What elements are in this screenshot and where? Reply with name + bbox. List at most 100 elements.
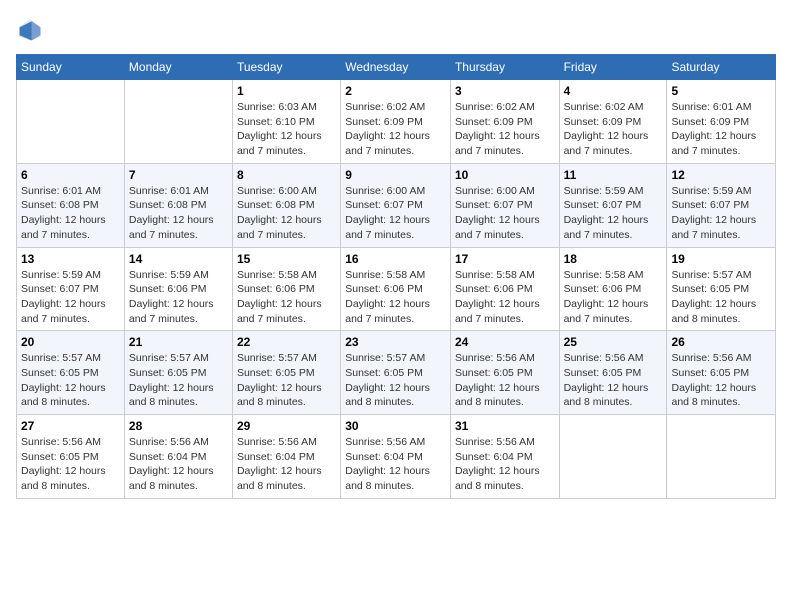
day-info: Sunrise: 5:56 AM Sunset: 6:05 PM Dayligh… bbox=[671, 351, 771, 410]
calendar-table: SundayMondayTuesdayWednesdayThursdayFrid… bbox=[16, 54, 776, 499]
day-info: Sunrise: 5:58 AM Sunset: 6:06 PM Dayligh… bbox=[345, 268, 446, 327]
calendar-cell: 31Sunrise: 5:56 AM Sunset: 6:04 PM Dayli… bbox=[450, 415, 559, 499]
day-number: 22 bbox=[237, 335, 336, 349]
day-info: Sunrise: 5:57 AM Sunset: 6:05 PM Dayligh… bbox=[671, 268, 771, 327]
logo bbox=[16, 16, 48, 44]
day-info: Sunrise: 5:58 AM Sunset: 6:06 PM Dayligh… bbox=[237, 268, 336, 327]
day-number: 12 bbox=[671, 168, 771, 182]
calendar-cell: 26 Sunrise: 5:56 AM Sunset: 6:05 PM Dayli… bbox=[667, 331, 776, 415]
calendar-cell: 29Sunrise: 5:56 AM Sunset: 6:04 PM Dayli… bbox=[232, 415, 340, 499]
day-number: 18 bbox=[564, 252, 663, 266]
weekday-header-saturday: Saturday bbox=[667, 55, 776, 80]
day-info: Sunrise: 5:56 AM Sunset: 6:04 PM Dayligh… bbox=[237, 435, 336, 494]
calendar-cell: 7Sunrise: 6:01 AM Sunset: 6:08 PM Daylig… bbox=[124, 163, 232, 247]
calendar-cell: 20 Sunrise: 5:57 AM Sunset: 6:05 PM Dayli… bbox=[17, 331, 125, 415]
calendar-cell: 19 Sunrise: 5:57 AM Sunset: 6:05 PM Dayli… bbox=[667, 247, 776, 331]
calendar-cell: 12Sunrise: 5:59 AM Sunset: 6:07 PM Dayli… bbox=[667, 163, 776, 247]
calendar-cell: 30 Sunrise: 5:56 AM Sunset: 6:04 PM Dayli… bbox=[341, 415, 451, 499]
day-number: 16 bbox=[345, 252, 446, 266]
day-info: Sunrise: 5:56 AM Sunset: 6:05 PM Dayligh… bbox=[455, 351, 555, 410]
day-info: Sunrise: 6:01 AM Sunset: 6:09 PM Dayligh… bbox=[671, 100, 771, 159]
day-number: 15 bbox=[237, 252, 336, 266]
day-info: Sunrise: 5:59 AM Sunset: 6:07 PM Dayligh… bbox=[564, 184, 663, 243]
day-number: 14 bbox=[129, 252, 228, 266]
day-number: 10 bbox=[455, 168, 555, 182]
day-info: Sunrise: 5:56 AM Sunset: 6:05 PM Dayligh… bbox=[564, 351, 663, 410]
day-info: Sunrise: 5:57 AM Sunset: 6:05 PM Dayligh… bbox=[129, 351, 228, 410]
logo-icon bbox=[16, 16, 44, 44]
day-number: 4 bbox=[564, 84, 663, 98]
day-info: Sunrise: 6:00 AM Sunset: 6:08 PM Dayligh… bbox=[237, 184, 336, 243]
calendar-cell: 5Sunrise: 6:01 AM Sunset: 6:09 PM Daylig… bbox=[667, 80, 776, 164]
day-number: 30 bbox=[345, 419, 446, 433]
day-number: 9 bbox=[345, 168, 446, 182]
day-info: Sunrise: 5:58 AM Sunset: 6:06 PM Dayligh… bbox=[455, 268, 555, 327]
day-info: Sunrise: 6:00 AM Sunset: 6:07 PM Dayligh… bbox=[345, 184, 446, 243]
weekday-header-wednesday: Wednesday bbox=[341, 55, 451, 80]
day-info: Sunrise: 6:03 AM Sunset: 6:10 PM Dayligh… bbox=[237, 100, 336, 159]
day-info: Sunrise: 6:02 AM Sunset: 6:09 PM Dayligh… bbox=[455, 100, 555, 159]
calendar-cell: 6 Sunrise: 6:01 AM Sunset: 6:08 PM Daylig… bbox=[17, 163, 125, 247]
calendar-cell: 3Sunrise: 6:02 AM Sunset: 6:09 PM Daylig… bbox=[450, 80, 559, 164]
calendar-cell bbox=[124, 80, 232, 164]
day-info: Sunrise: 6:00 AM Sunset: 6:07 PM Dayligh… bbox=[455, 184, 555, 243]
day-info: Sunrise: 5:57 AM Sunset: 6:05 PM Dayligh… bbox=[21, 351, 120, 410]
day-number: 2 bbox=[345, 84, 446, 98]
day-number: 6 bbox=[21, 168, 120, 182]
day-number: 27 bbox=[21, 419, 120, 433]
day-info: Sunrise: 5:56 AM Sunset: 6:04 PM Dayligh… bbox=[345, 435, 446, 494]
day-number: 1 bbox=[237, 84, 336, 98]
calendar-cell: 2 Sunrise: 6:02 AM Sunset: 6:09 PM Daylig… bbox=[341, 80, 451, 164]
day-number: 28 bbox=[129, 419, 228, 433]
day-number: 24 bbox=[455, 335, 555, 349]
calendar-cell: 13 Sunrise: 5:59 AM Sunset: 6:07 PM Dayli… bbox=[17, 247, 125, 331]
calendar-cell: 14 Sunrise: 5:59 AM Sunset: 6:06 PM Dayli… bbox=[124, 247, 232, 331]
weekday-header-tuesday: Tuesday bbox=[232, 55, 340, 80]
calendar-cell: 22 Sunrise: 5:57 AM Sunset: 6:05 PM Dayli… bbox=[232, 331, 340, 415]
day-number: 25 bbox=[564, 335, 663, 349]
calendar-cell: 1 Sunrise: 6:03 AM Sunset: 6:10 PM Daylig… bbox=[232, 80, 340, 164]
day-info: Sunrise: 6:02 AM Sunset: 6:09 PM Dayligh… bbox=[564, 100, 663, 159]
calendar-cell bbox=[559, 415, 667, 499]
calendar-cell: 28 Sunrise: 5:56 AM Sunset: 6:04 PM Dayli… bbox=[124, 415, 232, 499]
calendar-cell: 25 Sunrise: 5:56 AM Sunset: 6:05 PM Dayli… bbox=[559, 331, 667, 415]
calendar-cell: 18 Sunrise: 5:58 AM Sunset: 6:06 PM Dayli… bbox=[559, 247, 667, 331]
day-number: 26 bbox=[671, 335, 771, 349]
calendar-cell: 10 Sunrise: 6:00 AM Sunset: 6:07 PM Dayli… bbox=[450, 163, 559, 247]
day-info: Sunrise: 6:02 AM Sunset: 6:09 PM Dayligh… bbox=[345, 100, 446, 159]
calendar-cell: 24 Sunrise: 5:56 AM Sunset: 6:05 PM Dayli… bbox=[450, 331, 559, 415]
day-info: Sunrise: 5:56 AM Sunset: 6:05 PM Dayligh… bbox=[21, 435, 120, 494]
day-info: Sunrise: 5:59 AM Sunset: 6:07 PM Dayligh… bbox=[21, 268, 120, 327]
calendar-cell: 8 Sunrise: 6:00 AM Sunset: 6:08 PM Daylig… bbox=[232, 163, 340, 247]
day-number: 21 bbox=[129, 335, 228, 349]
calendar-cell: 23 Sunrise: 5:57 AM Sunset: 6:05 PM Dayli… bbox=[341, 331, 451, 415]
day-number: 13 bbox=[21, 252, 120, 266]
day-info: Sunrise: 5:59 AM Sunset: 6:06 PM Dayligh… bbox=[129, 268, 228, 327]
day-number: 11 bbox=[564, 168, 663, 182]
day-info: Sunrise: 5:57 AM Sunset: 6:05 PM Dayligh… bbox=[345, 351, 446, 410]
calendar-week-row: 13 Sunrise: 5:59 AM Sunset: 6:07 PM Dayli… bbox=[17, 247, 776, 331]
day-number: 31 bbox=[455, 419, 555, 433]
calendar-week-row: 6 Sunrise: 6:01 AM Sunset: 6:08 PM Daylig… bbox=[17, 163, 776, 247]
day-info: Sunrise: 6:01 AM Sunset: 6:08 PM Dayligh… bbox=[129, 184, 228, 243]
calendar-cell: 4 Sunrise: 6:02 AM Sunset: 6:09 PM Daylig… bbox=[559, 80, 667, 164]
day-number: 20 bbox=[21, 335, 120, 349]
calendar-cell: 15 Sunrise: 5:58 AM Sunset: 6:06 PM Dayli… bbox=[232, 247, 340, 331]
weekday-header-friday: Friday bbox=[559, 55, 667, 80]
calendar-cell: 17Sunrise: 5:58 AM Sunset: 6:06 PM Dayli… bbox=[450, 247, 559, 331]
day-info: Sunrise: 6:01 AM Sunset: 6:08 PM Dayligh… bbox=[21, 184, 120, 243]
calendar-cell: 21 Sunrise: 5:57 AM Sunset: 6:05 PM Dayli… bbox=[124, 331, 232, 415]
calendar-cell: 16 Sunrise: 5:58 AM Sunset: 6:06 PM Dayli… bbox=[341, 247, 451, 331]
weekday-header-thursday: Thursday bbox=[450, 55, 559, 80]
calendar-cell: 27 Sunrise: 5:56 AM Sunset: 6:05 PM Dayli… bbox=[17, 415, 125, 499]
day-number: 19 bbox=[671, 252, 771, 266]
calendar-week-row: 20 Sunrise: 5:57 AM Sunset: 6:05 PM Dayli… bbox=[17, 331, 776, 415]
calendar-cell: 11 Sunrise: 5:59 AM Sunset: 6:07 PM Dayli… bbox=[559, 163, 667, 247]
weekday-header-sunday: Sunday bbox=[17, 55, 125, 80]
day-info: Sunrise: 5:57 AM Sunset: 6:05 PM Dayligh… bbox=[237, 351, 336, 410]
day-info: Sunrise: 5:58 AM Sunset: 6:06 PM Dayligh… bbox=[564, 268, 663, 327]
day-info: Sunrise: 5:56 AM Sunset: 6:04 PM Dayligh… bbox=[129, 435, 228, 494]
day-number: 23 bbox=[345, 335, 446, 349]
calendar-header-row: SundayMondayTuesdayWednesdayThursdayFrid… bbox=[17, 55, 776, 80]
day-number: 8 bbox=[237, 168, 336, 182]
